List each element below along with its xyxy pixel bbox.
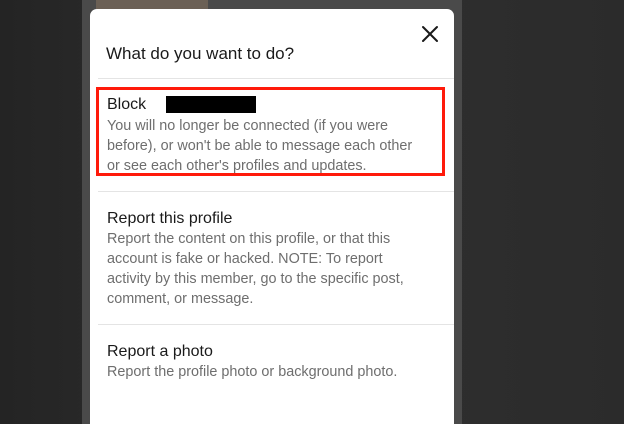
description-line: account is fake or hacked. NOTE: To repo…: [107, 251, 383, 267]
option-block-title: Block: [107, 95, 256, 115]
action-dialog: What do you want to do? Block You will n…: [90, 9, 454, 424]
option-report-profile-description: Report the content on this profile, or t…: [107, 229, 447, 309]
description-line: activity by this member, go to the speci…: [107, 271, 404, 287]
description-line: Report the content on this profile, or t…: [107, 231, 391, 247]
divider: [98, 191, 454, 192]
option-report-profile[interactable]: Report this profile Report the content o…: [90, 209, 454, 319]
option-report-photo-description: Report the profile photo or background p…: [107, 362, 447, 382]
close-icon: [422, 26, 438, 42]
background-profile-photo: [96, 0, 208, 9]
option-block[interactable]: Block You will no longer be connected (i…: [90, 95, 454, 175]
description-line: or see each other's profiles and updates…: [107, 158, 367, 174]
dialog-title: What do you want to do?: [106, 44, 295, 63]
close-button[interactable]: [418, 22, 442, 46]
option-report-photo[interactable]: Report a photo Report the profile photo …: [90, 342, 454, 392]
divider: [98, 78, 454, 79]
description-line: comment, or message.: [107, 291, 254, 307]
redacted-name: [166, 96, 256, 113]
description-line: You will no longer be connected (if you …: [107, 118, 389, 134]
option-report-profile-title: Report this profile: [107, 210, 233, 227]
option-block-label: Block: [107, 96, 147, 113]
option-block-description: You will no longer be connected (if you …: [107, 116, 447, 176]
divider: [98, 324, 454, 325]
option-report-photo-title: Report a photo: [107, 343, 213, 360]
description-line: before), or won't be able to message eac…: [107, 138, 413, 154]
description-line: Report the profile photo or background p…: [107, 364, 398, 380]
